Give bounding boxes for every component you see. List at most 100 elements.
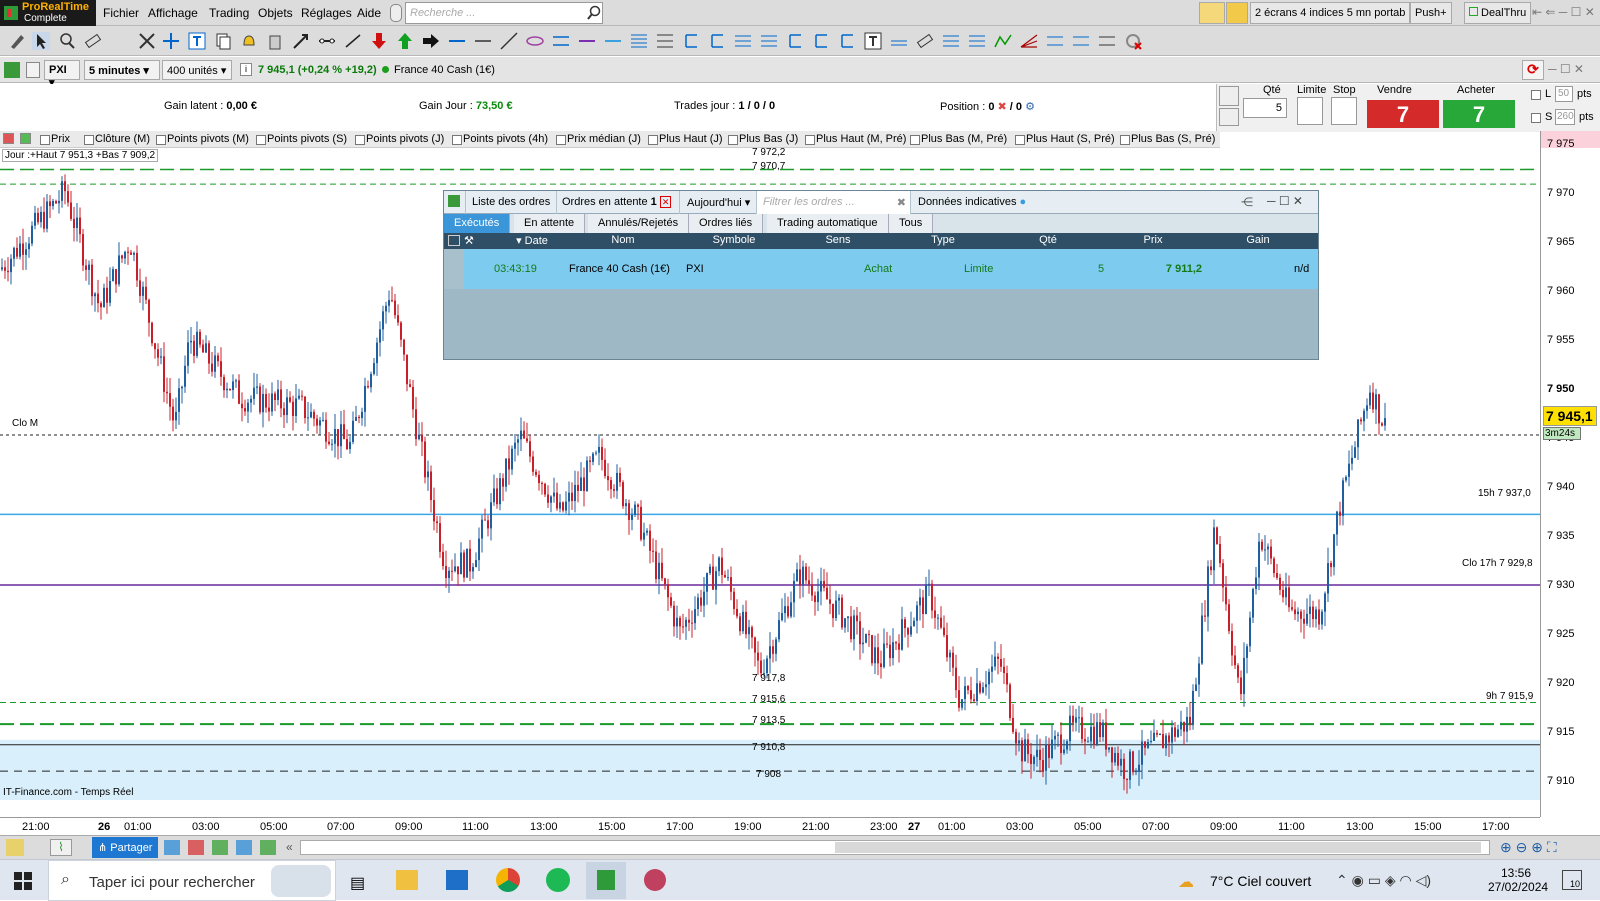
text-icon[interactable]	[188, 32, 206, 50]
panel-icon-1[interactable]	[164, 840, 180, 855]
grid-icon[interactable]	[1098, 32, 1116, 50]
subtab-executes[interactable]: Exécutés	[444, 214, 511, 233]
menu-trading[interactable]: Trading	[209, 6, 249, 20]
qty-input[interactable]: 5	[1243, 98, 1287, 118]
search-icon[interactable]	[586, 5, 602, 21]
diagonal-icon[interactable]	[500, 32, 518, 50]
file-explorer-icon[interactable]	[396, 870, 418, 890]
channel-icon[interactable]	[552, 32, 570, 50]
indicator-pivots-4h[interactable]: Points pivots (4h)	[452, 133, 548, 145]
bracket2-icon[interactable]	[708, 32, 726, 50]
ruler2-icon[interactable]	[916, 32, 934, 50]
buy-button[interactable]: 7 945,6	[1443, 100, 1515, 153]
hline-blue-icon[interactable]	[604, 32, 622, 50]
timeframe-select[interactable]: 5 minutes ▾	[84, 60, 160, 80]
spotify-icon[interactable]	[546, 868, 570, 892]
indicator-prix[interactable]: Prix	[40, 133, 70, 145]
taskbar-search[interactable]: ⌕ Taper ici pour rechercher	[48, 860, 336, 901]
indicator-plus-haut-j[interactable]: Plus Haut (J)	[648, 133, 723, 145]
price-axis[interactable]: 7 9757 9707 9657 9607 9557 9507 9457 940…	[1540, 131, 1600, 817]
col-type[interactable]: Type	[890, 234, 996, 246]
horizontal-scrollbar[interactable]	[300, 840, 1490, 855]
fan-icon[interactable]	[1020, 32, 1038, 50]
arrow-right-icon[interactable]	[422, 32, 440, 50]
workspace-button[interactable]: 2 écrans 4 indices 5 mn portab	[1250, 2, 1411, 24]
scrollbar-thumb[interactable]	[835, 842, 1481, 853]
hline-purple-icon[interactable]	[578, 32, 596, 50]
indicator-plus-bas-m[interactable]: Plus Bas (M, Pré)	[910, 133, 1007, 145]
col-sens[interactable]: Sens	[786, 234, 890, 246]
subtab-trading-auto[interactable]: Trading automatique	[767, 214, 889, 233]
arrow-up-icon[interactable]	[396, 32, 414, 50]
search-input[interactable]: Recherche ...	[405, 2, 603, 24]
panel-icon-4[interactable]	[236, 840, 252, 855]
short-checkbox[interactable]	[1531, 113, 1541, 123]
menu-objets[interactable]: Objets	[258, 6, 293, 20]
long-checkbox[interactable]	[1531, 90, 1541, 100]
cursor-icon[interactable]	[32, 32, 50, 50]
orders-app-icon[interactable]	[444, 191, 466, 214]
panel-icon-5[interactable]	[260, 840, 276, 855]
weather-text[interactable]: 7°C Ciel couvert	[1210, 873, 1311, 889]
box3-icon[interactable]	[838, 32, 856, 50]
indicator-plus-bas-j[interactable]: Plus Bas (J)	[728, 133, 798, 145]
col-nom[interactable]: Nom	[564, 234, 682, 246]
indicator-plus-haut-m[interactable]: Plus Haut (M, Pré)	[805, 133, 906, 145]
push-button[interactable]: Push+	[1410, 2, 1452, 24]
levels-icon[interactable]	[734, 32, 752, 50]
menu-fichier[interactable]: Fichier	[103, 6, 139, 20]
pen-icon[interactable]	[1199, 2, 1225, 24]
app-icon[interactable]	[644, 869, 666, 891]
app-logo[interactable]: ProRealTime Complete	[0, 0, 96, 26]
col-qte[interactable]: Qté	[996, 234, 1100, 246]
col-gain[interactable]: Gain	[1206, 234, 1310, 246]
wrench-icon[interactable]	[1219, 86, 1239, 106]
bracket-icon[interactable]	[682, 32, 700, 50]
clock[interactable]: 13:56 27/02/2024	[1488, 866, 1548, 894]
col-symbole[interactable]: Symbole	[682, 234, 786, 246]
line-icon[interactable]	[474, 32, 492, 50]
time-axis[interactable]: 21:00 26 01:00 03:00 05:00 07:00 09:00 11:00 13:…	[0, 817, 1540, 835]
indicator-pivots-m[interactable]: Points pivots (M)	[156, 133, 249, 145]
menu-affichage[interactable]: Affichage	[148, 6, 198, 20]
dealthru-button[interactable]: DealThru	[1464, 2, 1532, 24]
col-prix[interactable]: Prix	[1100, 234, 1206, 246]
move-icon[interactable]	[162, 32, 180, 50]
indicator-plus-bas-s[interactable]: Plus Bas (S, Pré)	[1120, 133, 1215, 145]
ruler-icon[interactable]	[84, 32, 102, 50]
mail-icon[interactable]	[446, 870, 468, 890]
keyboard-icon[interactable]	[1219, 108, 1239, 126]
bell-icon[interactable]	[1226, 2, 1248, 24]
share-icon[interactable]: ⋲	[1241, 195, 1253, 209]
trendline-icon[interactable]	[344, 32, 362, 50]
indicator-cloture[interactable]: Clôture (M)	[84, 133, 150, 145]
indicator-pivots-j[interactable]: Points pivots (J)	[355, 133, 444, 145]
panel-icon-2[interactable]	[188, 840, 204, 855]
pen-tool-icon[interactable]	[6, 839, 24, 856]
arrow-down-icon[interactable]	[370, 32, 388, 50]
zoom-controls[interactable]: ⊕ ⊖ ⊕ ⛶	[1500, 839, 1557, 856]
text-box-icon[interactable]	[864, 32, 882, 50]
orders-filter-input[interactable]: Filtrer les ordres ... ✖	[757, 191, 911, 214]
subtab-ordres-lies[interactable]: Ordres liés	[689, 214, 764, 233]
chart-type-icon[interactable]	[4, 62, 20, 78]
chart-style-icon[interactable]: ⌇	[50, 839, 72, 856]
ellipse-icon[interactable]	[526, 32, 544, 50]
indicator-prix-median[interactable]: Prix médian (J)	[556, 133, 641, 145]
refresh-icon[interactable]: ⟳	[1522, 60, 1544, 80]
columns-icon[interactable]	[448, 235, 460, 246]
windows-start-icon[interactable]	[14, 872, 32, 890]
tab-ordres-attente[interactable]: Ordres en attente 1 ✕	[556, 191, 680, 214]
levels2-icon[interactable]	[760, 32, 778, 50]
settings-off-icon[interactable]	[1124, 32, 1142, 50]
notification-icon[interactable]: 10	[1562, 870, 1582, 890]
info-icon[interactable]: i	[240, 63, 252, 76]
microphone-icon[interactable]	[390, 4, 402, 22]
settings-wrench-icon[interactable]: ⚒	[464, 234, 474, 247]
short-pts-input[interactable]: 260	[1555, 109, 1575, 125]
fibonacci-icon[interactable]	[630, 32, 648, 50]
window-controls[interactable]: ⇤ ⇐ ─ ☐ ✕	[1532, 5, 1595, 19]
chart-window-controls[interactable]: ─ ☐ ✕	[1548, 62, 1584, 76]
segment-icon[interactable]	[318, 32, 336, 50]
subtab-en-attente[interactable]: En attente	[514, 214, 586, 233]
